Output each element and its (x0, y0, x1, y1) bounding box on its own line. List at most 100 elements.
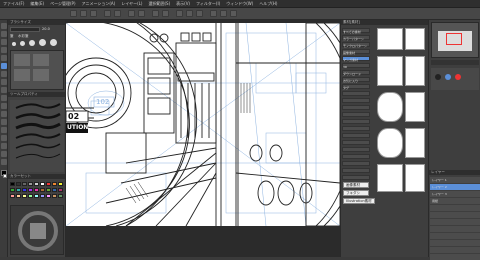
color-swatch[interactable] (16, 194, 21, 198)
brush-preset-1[interactable] (12, 42, 16, 46)
menu-help[interactable]: ヘルプ(H) (259, 1, 277, 7)
material-button-1[interactable]: 画像素材 (343, 182, 369, 188)
layer-row[interactable]: レイヤー 1 (430, 177, 480, 183)
material-thumbnail[interactable] (405, 92, 425, 122)
menu-filter[interactable]: フィルター(I) (196, 1, 220, 7)
brush-tool-icon[interactable] (1, 79, 7, 85)
color-swatch[interactable] (40, 194, 45, 198)
ruler-tool-icon[interactable] (1, 135, 7, 141)
color-swatch[interactable] (28, 182, 33, 186)
airbrush-tool-icon[interactable] (1, 87, 7, 93)
color-swatch[interactable] (46, 194, 51, 198)
material-tree-item[interactable]: カラーパターン (342, 35, 370, 41)
eyedropper-tool-icon[interactable] (1, 55, 7, 61)
material-button-2[interactable]: フキダシ (343, 190, 369, 196)
layer-row[interactable]: 用紙 (430, 198, 480, 204)
navigator-viewport[interactable] (446, 33, 462, 45)
material-tree-item[interactable]: タグ (342, 84, 370, 90)
layer-row[interactable] (430, 205, 480, 211)
material-tree-item[interactable]: 画像素材 (342, 49, 370, 55)
menu-selection[interactable]: 選択範囲(S) (148, 1, 170, 7)
color-swatch[interactable] (16, 182, 21, 186)
layer-row[interactable] (430, 233, 480, 239)
figure-tool-icon[interactable] (1, 119, 7, 125)
material-tree-item[interactable] (342, 154, 370, 159)
material-tree-item[interactable] (342, 140, 370, 145)
text-tool-icon[interactable] (1, 143, 7, 149)
frame-tool-icon[interactable] (1, 127, 7, 133)
color-swatch[interactable] (34, 194, 39, 198)
navigator-preview[interactable] (431, 22, 479, 58)
color-swatch[interactable] (52, 188, 57, 192)
color-swatch[interactable] (46, 188, 51, 192)
snap-perspective-button[interactable] (196, 10, 203, 17)
layer-row[interactable] (430, 219, 480, 225)
transform-button[interactable] (138, 10, 145, 17)
color-swatch[interactable] (58, 188, 63, 192)
brush-preset-4[interactable] (39, 39, 46, 46)
material-tree-item[interactable] (342, 147, 370, 152)
material-tree-item[interactable]: すべての素材 (342, 28, 370, 34)
layer-row[interactable] (430, 212, 480, 218)
layer-row-selected[interactable]: レイヤー 2 (430, 184, 480, 190)
material-thumbnail[interactable] (405, 164, 425, 192)
move-tool-icon[interactable] (1, 31, 7, 37)
color-swatch[interactable] (46, 182, 51, 186)
material-tree-item[interactable] (342, 112, 370, 117)
gradient-tool-icon[interactable] (1, 111, 7, 117)
balloon-tool-icon[interactable] (1, 151, 7, 157)
menu-file[interactable]: ファイル(F) (3, 1, 24, 7)
clear-button[interactable] (128, 10, 135, 17)
color-swatch[interactable] (52, 182, 57, 186)
fill-tool-icon[interactable] (1, 103, 7, 109)
color-swatch[interactable] (22, 188, 27, 192)
selection-tool-icon[interactable] (1, 47, 7, 53)
color-icon[interactable] (435, 74, 441, 80)
material-tree-item[interactable] (342, 98, 370, 103)
color-swatch[interactable] (34, 188, 39, 192)
material-tree-item[interactable]: 3D (342, 63, 370, 69)
layer-row[interactable] (430, 247, 480, 253)
material-tree-item[interactable] (342, 91, 370, 96)
color-swatch[interactable] (22, 182, 27, 186)
material-thumbnail[interactable] (377, 28, 403, 50)
material-thumbnail[interactable] (405, 28, 425, 50)
material-tree-item[interactable] (342, 161, 370, 166)
brush-preset-3[interactable] (29, 40, 35, 46)
color-swatch[interactable] (34, 182, 39, 186)
material-tree-item[interactable] (342, 119, 370, 124)
layer-row[interactable] (430, 254, 480, 260)
material-thumbnail[interactable] (405, 56, 425, 86)
color-swatch[interactable] (10, 182, 15, 186)
color-swatch[interactable] (58, 194, 63, 198)
sub-color-swatch[interactable] (3, 174, 7, 178)
snap-grid-button[interactable] (186, 10, 193, 17)
pencil-tool-icon[interactable] (1, 71, 7, 77)
material-tree-item[interactable]: モノクロパターン (342, 42, 370, 48)
material-tree-item[interactable] (342, 175, 370, 180)
zoom-in-button[interactable] (210, 10, 217, 17)
snap-ruler-button[interactable] (176, 10, 183, 17)
material-thumbnail[interactable] (377, 128, 403, 158)
color-swatch[interactable] (10, 194, 15, 198)
navigator-slider[interactable] (431, 60, 479, 65)
zoom-tool-icon[interactable] (1, 23, 7, 29)
material-tree-item[interactable] (342, 168, 370, 173)
material-tree-item-selected[interactable]: マンガ素材 (342, 56, 370, 62)
layer-row[interactable]: レイヤー 3 (430, 191, 480, 197)
new-file-button[interactable] (70, 10, 77, 17)
menu-window[interactable]: ウィンドウ(W) (226, 1, 253, 7)
correction-tool-icon[interactable] (1, 159, 7, 165)
operation-tool-icon[interactable] (1, 39, 7, 45)
color-swatch[interactable] (22, 194, 27, 198)
material-button-3[interactable]: Illustration素材 (343, 198, 375, 204)
undo-button[interactable] (104, 10, 111, 17)
color-icon[interactable] (445, 74, 451, 80)
brush-preset-5[interactable] (50, 39, 57, 46)
material-tree-item[interactable] (342, 105, 370, 110)
material-thumbnail[interactable] (377, 164, 403, 192)
color-swatch[interactable] (58, 182, 63, 186)
material-thumbnail[interactable] (377, 56, 403, 86)
save-button[interactable] (90, 10, 97, 17)
color-swatch[interactable] (28, 188, 33, 192)
